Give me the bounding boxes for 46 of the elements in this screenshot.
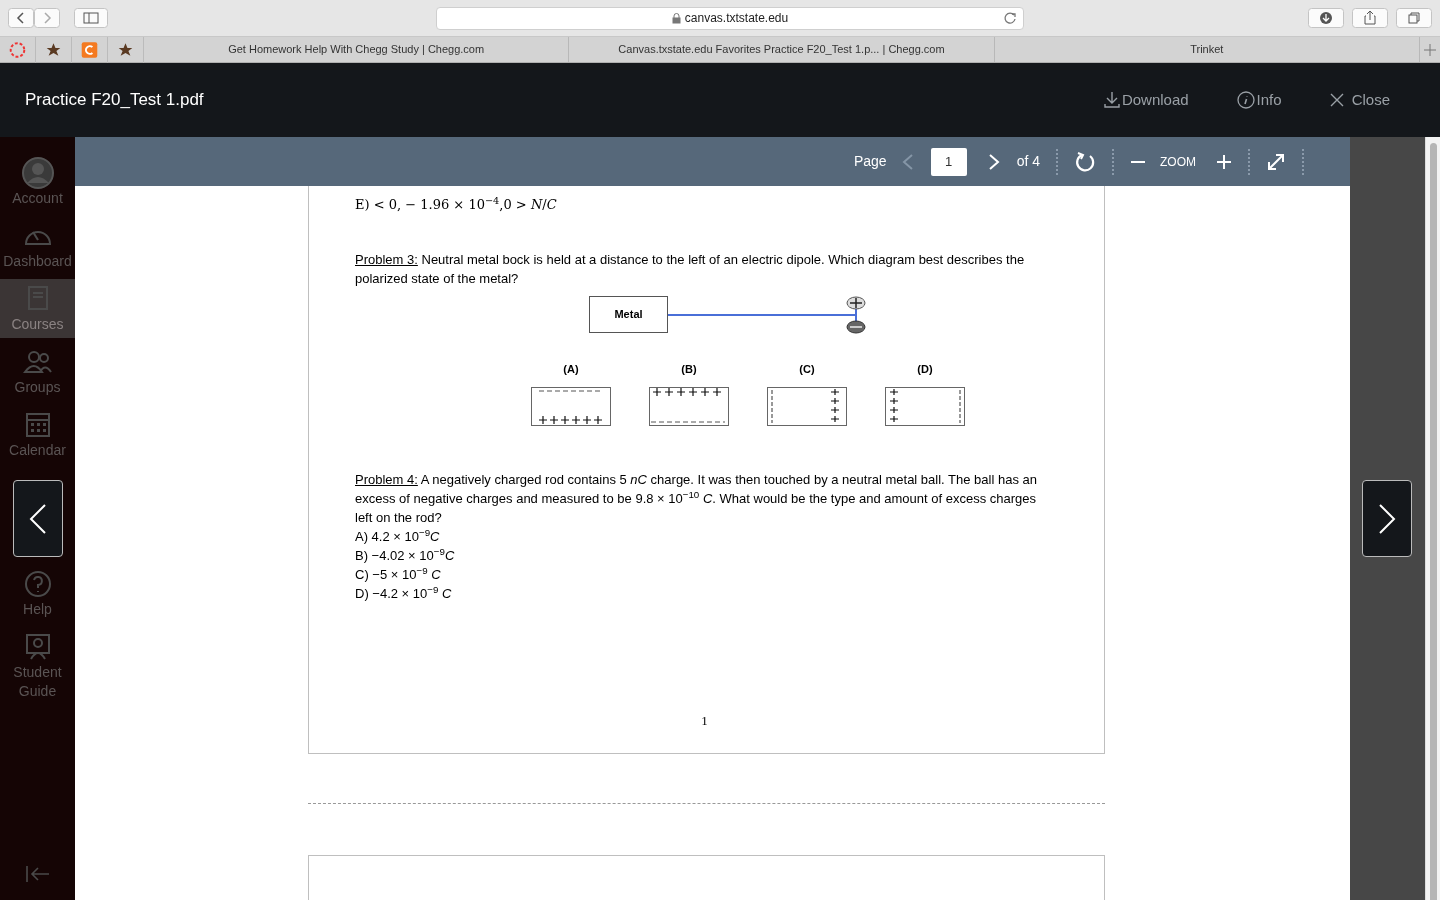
scrollbar-thumb[interactable]: [1429, 143, 1437, 900]
next-page-button[interactable]: [1362, 480, 1412, 557]
answer-option: D) −4.2 × 10$^{−9}$ C: [355, 584, 1054, 603]
problem-text: Problem 4: A negatively charged rod contains 5 nC charge. It was then touched by a neutral metal ball. The ball has an excess of negative charges and measured to be 9.8 × 10$^{−10}$ C. What would be the type and amount of excess charges left on the rod?: [355, 471, 1038, 527]
problem-text: Problem 3: Neutral metal bock is held at a distance to the left of an electric dipole. Which diagram best describes the polarized state of the metal?: [355, 251, 1026, 288]
option-label: (D): [917, 362, 933, 377]
chevron-right-icon: [1378, 502, 1396, 535]
back-button[interactable]: [8, 8, 34, 28]
metal-block: Metal: [589, 296, 668, 333]
answer-option: A) 4.2 × 10$^{−9}$C: [355, 527, 1054, 546]
close-button[interactable]: Close: [1329, 88, 1390, 112]
page-count: of 4: [1016, 152, 1040, 171]
zoom-label: ZOOM: [1160, 153, 1196, 171]
browser-tab[interactable]: Get Homework Help With Chegg Study | Chegg.com: [144, 37, 570, 62]
fullscreen-icon[interactable]: [1266, 151, 1286, 172]
close-icon: [1329, 93, 1344, 107]
option-label: (A): [563, 362, 579, 377]
tabs-overview-icon[interactable]: [1396, 8, 1432, 28]
page-label: Page: [853, 152, 887, 171]
page-number-field[interactable]: 1: [930, 147, 967, 176]
account-icon: [21, 157, 54, 189]
download-button[interactable]: Download: [1103, 88, 1189, 112]
browser-tab[interactable]: Canvas.txstate.edu Favorites Practice F20_Test 1.p... | Chegg.com: [569, 37, 995, 62]
document-title: Practice F20_Test 1.pdf: [25, 89, 204, 112]
download-icon[interactable]: [1308, 8, 1344, 28]
option-label: (B): [681, 362, 697, 377]
answer-text: E) < 0, − 1.96 × 10$^{−4}$,0 > N/C: [355, 195, 558, 214]
zoom-in-icon[interactable]: [1216, 153, 1232, 170]
page-number: 1: [700, 712, 709, 730]
reload-icon[interactable]: [1003, 11, 1017, 25]
sidebar-toggle-icon[interactable]: [74, 8, 108, 28]
answer-option: B) −4.02 × 10$^{−9}$C: [355, 546, 1054, 565]
info-button[interactable]: Info: [1236, 88, 1282, 112]
option-label: (C): [799, 362, 815, 377]
lock-icon: [671, 12, 681, 24]
address-bar[interactable]: canvas.txtstate.edu: [436, 6, 1024, 30]
previous-page-button[interactable]: [13, 480, 63, 557]
answer-option: C) −5 × 10$^{−9}$ C: [355, 565, 1054, 584]
address-text: canvas.txtstate.edu: [684, 10, 789, 27]
chevron-left-icon: [29, 502, 47, 535]
collapse-icon[interactable]: [23, 864, 52, 884]
rotate-icon[interactable]: [1074, 150, 1096, 173]
share-icon[interactable]: [1352, 8, 1388, 28]
browser-tab[interactable]: Trinket: [994, 37, 1420, 62]
info-icon: [1236, 91, 1255, 109]
download-icon: [1103, 91, 1120, 109]
